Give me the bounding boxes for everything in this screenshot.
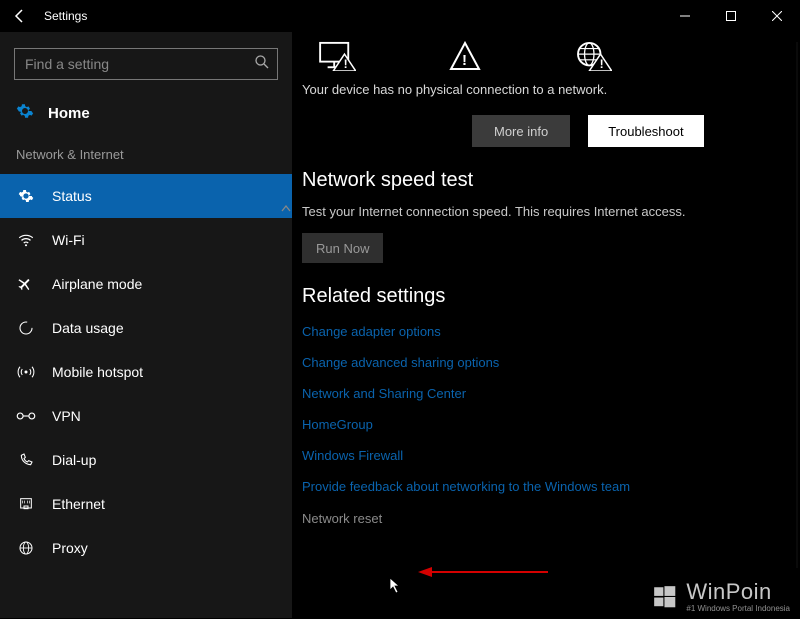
windows-logo-icon [652, 584, 678, 610]
sidebar-item-label: Ethernet [52, 496, 276, 512]
more-info-button[interactable]: More info [472, 115, 570, 147]
cursor-icon [384, 576, 402, 603]
sidebar-item-ethernet[interactable]: Ethernet [0, 482, 292, 526]
arrow-left-icon [12, 8, 28, 24]
sidebar-item-status[interactable]: Status [0, 174, 292, 218]
related-heading: Related settings [302, 285, 800, 308]
pc-warning-icon: ! [318, 40, 356, 72]
category-label: Network & Internet [0, 137, 292, 174]
close-button[interactable] [754, 0, 800, 32]
warning-icon: ! [446, 40, 484, 72]
airplane-icon [16, 274, 36, 294]
maximize-button[interactable] [708, 0, 754, 32]
sidebar-item-vpn[interactable]: VPN [0, 394, 292, 438]
search-input[interactable] [14, 48, 278, 80]
link-network-center[interactable]: Network and Sharing Center [302, 386, 800, 401]
sidebar-item-label: Data usage [52, 320, 276, 336]
sidebar-item-hotspot[interactable]: Mobile hotspot [0, 350, 292, 394]
sidebar-item-label: Wi-Fi [52, 232, 276, 248]
link-adapter-options[interactable]: Change adapter options [302, 324, 800, 339]
ethernet-icon [16, 494, 36, 514]
sidebar-item-label: Airplane mode [52, 276, 276, 292]
title-bar: Settings [0, 0, 800, 32]
speed-test-description: Test your Internet connection speed. Thi… [302, 204, 800, 219]
run-now-button[interactable]: Run Now [302, 233, 383, 263]
gear-icon [16, 102, 34, 125]
sidebar-item-label: VPN [52, 408, 276, 424]
window-controls [662, 0, 800, 32]
speed-test-heading: Network speed test [302, 169, 800, 192]
sidebar-item-wifi[interactable]: Wi-Fi [0, 218, 292, 262]
nav-list: Status Wi-Fi Airplane mode Data usage Mo… [0, 174, 292, 618]
data-usage-icon [16, 318, 36, 338]
sidebar: Home Network & Internet Status Wi-Fi Air… [0, 32, 292, 618]
watermark-main: WinPoin [686, 581, 790, 603]
main-content: ! ! ! Your device has no physical connec… [292, 32, 800, 618]
annotation-arrow [418, 565, 548, 583]
search-container [14, 48, 278, 80]
watermark-sub: #1 Windows Portal Indonesia [686, 605, 790, 613]
globe-warning-icon: ! [574, 40, 612, 72]
connection-message: Your device has no physical connection t… [302, 82, 800, 97]
minimize-button[interactable] [662, 0, 708, 32]
sidebar-item-dialup[interactable]: Dial-up [0, 438, 292, 482]
sidebar-item-label: Status [52, 188, 276, 204]
wifi-icon [16, 230, 36, 250]
scrollbar[interactable] [796, 42, 798, 568]
chevron-up-icon[interactable] [280, 200, 292, 218]
troubleshoot-button[interactable]: Troubleshoot [588, 115, 703, 147]
svg-text:!: ! [344, 57, 348, 71]
sidebar-item-proxy[interactable]: Proxy [0, 526, 292, 570]
dialup-icon [16, 450, 36, 470]
sidebar-item-data-usage[interactable]: Data usage [0, 306, 292, 350]
gear-icon [16, 186, 36, 206]
link-firewall[interactable]: Windows Firewall [302, 448, 800, 463]
link-homegroup[interactable]: HomeGroup [302, 417, 800, 432]
link-sharing-options[interactable]: Change advanced sharing options [302, 355, 800, 370]
vpn-icon [16, 406, 36, 426]
hotspot-icon [16, 362, 36, 382]
window-title: Settings [44, 9, 87, 23]
network-reset-link[interactable]: Network reset [302, 511, 382, 526]
home-nav[interactable]: Home [0, 94, 292, 137]
svg-text:!: ! [462, 52, 467, 69]
action-button-row: More info Troubleshoot [472, 115, 800, 147]
sidebar-item-label: Mobile hotspot [52, 364, 276, 380]
svg-text:!: ! [600, 57, 604, 71]
link-feedback[interactable]: Provide feedback about networking to the… [302, 479, 800, 494]
back-button[interactable] [0, 0, 40, 32]
watermark: WinPoin #1 Windows Portal Indonesia [652, 581, 790, 613]
sidebar-item-airplane[interactable]: Airplane mode [0, 262, 292, 306]
proxy-icon [16, 538, 36, 558]
home-label: Home [48, 105, 90, 122]
sidebar-item-label: Dial-up [52, 452, 276, 468]
search-icon [254, 54, 270, 73]
status-icon-row: ! ! ! [302, 40, 800, 72]
sidebar-item-label: Proxy [52, 540, 276, 556]
